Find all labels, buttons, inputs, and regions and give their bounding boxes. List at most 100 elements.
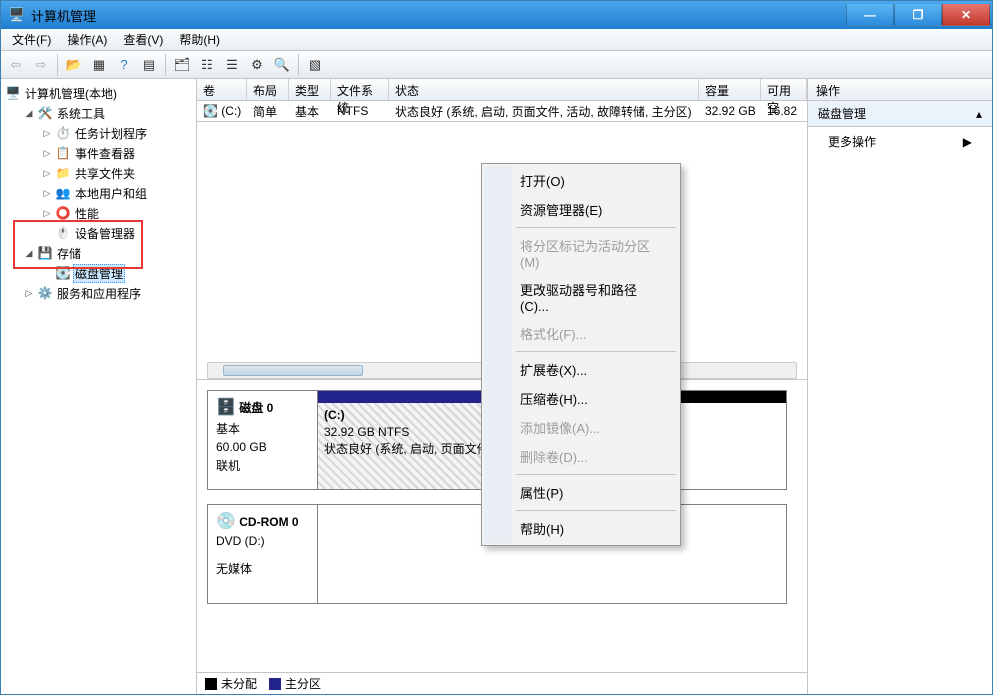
services-icon: ⚙️ [37,285,53,301]
actions-panel: 操作 磁盘管理 ▴ 更多操作 ▶ [808,79,992,694]
cm-format: 格式化(F)... [484,319,678,348]
legend-unallocated: 未分配 [205,675,257,692]
legend: 未分配 主分区 [197,672,807,694]
col-volume[interactable]: 卷 [197,79,247,100]
computer-icon: 🖥️ [5,85,21,101]
collapse-icon[interactable]: ◢ [23,247,35,259]
cm-explorer[interactable]: 资源管理器(E) [484,195,678,224]
share-icon: 📁 [55,165,71,181]
cm-change-letter[interactable]: 更改驱动器号和路径(C)... [484,275,678,319]
legend-label: 未分配 [221,677,257,691]
expand-icon[interactable]: ▷ [41,187,53,199]
settings-button[interactable]: ⚙ [246,54,268,76]
col-filesystem[interactable]: 文件系统 [331,79,389,100]
tree-system-tools[interactable]: ◢ 🛠️ 系统工具 [23,103,194,123]
disk-icon: 💽 [55,265,71,281]
cm-shrink[interactable]: 压缩卷(H)... [484,384,678,413]
show-hide-button[interactable]: ▦ [88,54,110,76]
cm-help[interactable]: 帮助(H) [484,514,678,543]
clock-icon: ⏱️ [55,125,71,141]
back-button[interactable]: ⇦ [5,54,27,76]
forward-button[interactable]: ⇨ [30,54,52,76]
help-icon[interactable]: ? [113,54,135,76]
menu-file[interactable]: 文件(F) [5,29,58,50]
disk0-size: 60.00 GB [216,440,309,454]
vol-fs: NTFS [331,102,389,120]
col-free[interactable]: 可用空 [761,79,807,100]
toolbar: ⇦ ⇨ 📂 ▦ ? ▤ 🗂 ☷ ☰ ⚙ 🔍 ▧ [1,51,992,79]
vol-name: (C:) [221,104,241,118]
context-menu-sep [516,351,676,352]
tree-label: 磁盘管理 [73,264,125,283]
tree-root[interactable]: 🖥️ 计算机管理(本地) [5,83,194,103]
tools-icon: 🛠️ [37,105,53,121]
tree-services-apps[interactable]: ▷ ⚙️ 服务和应用程序 [23,283,194,303]
cdrom-label: 💿 CD-ROM 0 DVD (D:) 无媒体 [208,505,318,603]
expand-icon[interactable]: ▷ [23,287,35,299]
collapse-icon[interactable]: ◢ [23,107,35,119]
view-top-button[interactable]: ☷ [196,54,218,76]
menu-view[interactable]: 查看(V) [116,29,170,50]
collapse-caret-icon: ▴ [976,107,982,121]
cm-extend[interactable]: 扩展卷(X)... [484,355,678,384]
actions-group-disk-mgmt[interactable]: 磁盘管理 ▴ [808,101,992,127]
col-capacity[interactable]: 容量 [699,79,761,100]
col-status[interactable]: 状态 [389,79,699,100]
volume-header-row: 卷 布局 类型 文件系统 状态 容量 可用空 [197,79,807,101]
refresh-button[interactable]: 🗂 [171,54,193,76]
view-bottom-button[interactable]: ☰ [221,54,243,76]
context-menu-sep [516,227,676,228]
cm-properties[interactable]: 属性(P) [484,478,678,507]
extra-button[interactable]: ▧ [304,54,326,76]
storage-icon: 💾 [37,245,53,261]
menu-help[interactable]: 帮助(H) [172,29,227,50]
find-button[interactable]: 🔍 [271,54,293,76]
tree-label: 系统工具 [55,105,107,122]
scrollbar-thumb[interactable] [223,365,363,376]
menu-action[interactable]: 操作(A) [60,29,114,50]
tree-label: 任务计划程序 [73,125,149,142]
tree-disk-management[interactable]: 💽磁盘管理 [41,263,194,283]
tree-local-users[interactable]: ▷👥本地用户和组 [41,183,194,203]
actions-group-label: 磁盘管理 [818,105,866,122]
tree-performance[interactable]: ▷⭕性能 [41,203,194,223]
up-button[interactable]: 📂 [63,54,85,76]
properties-button[interactable]: ▤ [138,54,160,76]
expand-icon[interactable]: ▷ [41,127,53,139]
disk0-type: 基本 [216,420,309,437]
tree-root-label: 计算机管理(本地) [23,85,119,102]
titlebar[interactable]: 🖥️ 计算机管理 — ❐ ✕ [1,1,992,29]
minimize-button[interactable]: — [846,4,894,26]
menubar: 文件(F) 操作(A) 查看(V) 帮助(H) [1,29,992,51]
expand-icon[interactable]: ▷ [41,147,53,159]
maximize-button[interactable]: ❐ [894,4,942,26]
tree-label: 事件查看器 [73,145,137,162]
tree-event-viewer[interactable]: ▷📋事件查看器 [41,143,194,163]
cm-open[interactable]: 打开(O) [484,166,678,195]
vol-cap: 32.92 GB [699,102,761,120]
disk0-status: 联机 [216,457,309,474]
context-menu: 打开(O) 资源管理器(E) 将分区标记为活动分区(M) 更改驱动器号和路径(C… [481,163,681,546]
expand-icon[interactable]: ▷ [41,167,53,179]
tree-shared-folders[interactable]: ▷📁共享文件夹 [41,163,194,183]
tree-task-scheduler[interactable]: ▷⏱️任务计划程序 [41,123,194,143]
close-button[interactable]: ✕ [942,4,990,26]
col-type[interactable]: 类型 [289,79,331,100]
volume-icon: 💽 [203,104,218,118]
vol-status: 状态良好 (系统, 启动, 页面文件, 活动, 故障转储, 主分区) [389,101,699,122]
expand-icon[interactable]: ▷ [41,207,53,219]
context-menu-sep [516,474,676,475]
col-layout[interactable]: 布局 [247,79,289,100]
cm-delete: 删除卷(D)... [484,442,678,471]
legend-primary: 主分区 [269,675,321,692]
tree-device-manager[interactable]: 🖱️设备管理器 [41,223,194,243]
volume-row-c[interactable]: 💽 (C:) 简单 基本 NTFS 状态良好 (系统, 启动, 页面文件, 活动… [197,101,807,121]
cm-add-mirror: 添加镜像(A)... [484,413,678,442]
tree-label: 性能 [73,205,101,222]
disk0-name: 磁盘 0 [239,401,273,415]
cm-mark-active: 将分区标记为活动分区(M) [484,231,678,275]
tree-storage[interactable]: ◢ 💾 存储 [23,243,194,263]
blank-icon [41,227,53,239]
tree-panel[interactable]: 🖥️ 计算机管理(本地) ◢ 🛠️ 系统工具 [1,79,197,694]
action-more[interactable]: 更多操作 ▶ [808,127,992,156]
